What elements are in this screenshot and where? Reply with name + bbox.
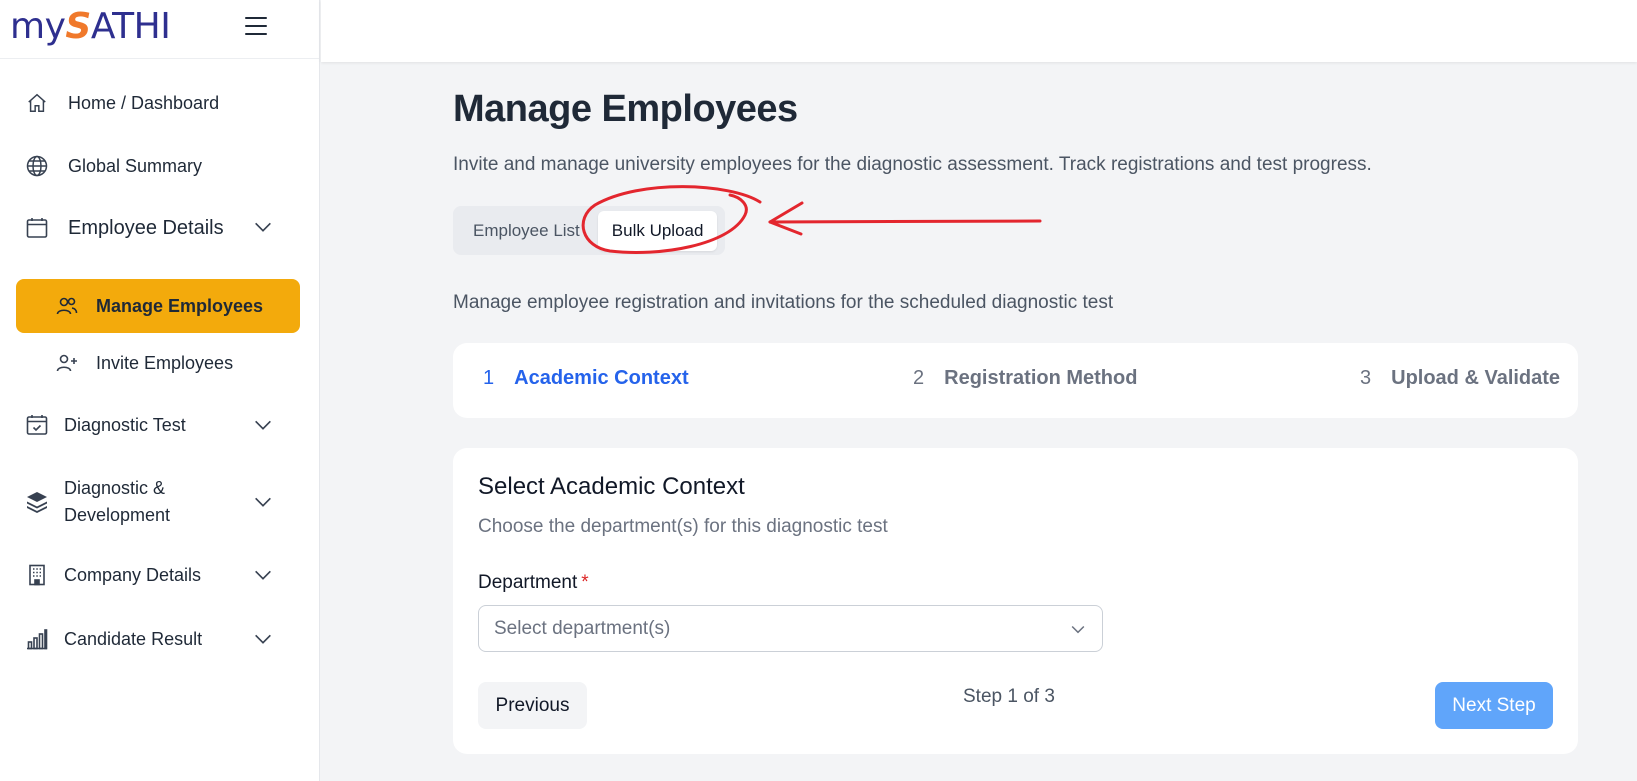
department-select-placeholder: Select department(s) [494, 617, 671, 639]
chevron-down-icon[interactable] [252, 628, 274, 650]
tab-employee-list[interactable]: Employee List [459, 211, 594, 251]
sidebar-item-employee-details[interactable]: Employee Details [24, 215, 294, 241]
card-subtitle: Choose the department(s) for this diagno… [478, 516, 888, 537]
bar-chart-icon [24, 626, 50, 652]
sidebar-item-label: Employee Details [68, 216, 224, 239]
chevron-down-icon[interactable] [252, 414, 274, 436]
sidebar-item-invite-employees[interactable]: Invite Employees [54, 350, 233, 376]
sidebar-item-diagnostic-development[interactable]: Diagnostic & Development [24, 475, 294, 529]
sidebar-item-home[interactable]: Home / Dashboard [24, 90, 294, 116]
step-upload-validate[interactable]: 3 Upload & Validate [1360, 367, 1560, 390]
users-icon [54, 293, 80, 319]
building-icon [24, 562, 50, 588]
card-title: Select Academic Context [478, 473, 745, 500]
sidebar-item-manage-employees[interactable]: Manage Employees [16, 279, 300, 333]
sidebar-item-label: Manage Employees [96, 295, 264, 316]
step-academic-context[interactable]: 1 Academic Context [483, 367, 689, 390]
top-bar [321, 0, 1637, 62]
chevron-down-icon[interactable] [252, 564, 274, 586]
tab-bulk-upload[interactable]: Bulk Upload [597, 210, 718, 251]
chevron-down-icon[interactable] [252, 491, 274, 513]
sidebar-item-global-summary[interactable]: Global Summary [24, 153, 294, 179]
calendar-check-icon [24, 412, 50, 438]
required-asterisk: * [581, 572, 589, 593]
page-title: Manage Employees [453, 88, 798, 130]
department-select[interactable]: Select department(s) [478, 605, 1103, 652]
stepper: 1 Academic Context 2 Registration Method 3… [453, 343, 1578, 418]
calendar-icon [24, 215, 50, 241]
sidebar-item-label: Global Summary [68, 155, 203, 176]
step-registration-method[interactable]: 2 Registration Method [913, 367, 1137, 390]
globe-icon [24, 153, 50, 179]
chevron-down-icon [1071, 625, 1085, 634]
academic-context-card: Select Academic Context Choose the depar… [453, 448, 1578, 754]
next-step-button[interactable]: Next Step [1435, 682, 1553, 729]
section-description: Manage employee registration and invitat… [453, 292, 1114, 313]
tab-bar: Employee List Bulk Upload [453, 206, 725, 255]
step-indicator: Step 1 of 3 [963, 686, 1055, 707]
sidebar: mySATHI Home / Dashboard Global Summary … [0, 0, 320, 781]
user-plus-icon [54, 350, 80, 376]
app-logo[interactable]: mySATHI [10, 6, 171, 47]
sidebar-item-label: Diagnostic & Development [64, 478, 171, 525]
sidebar-item-label: Invite Employees [96, 352, 234, 373]
sidebar-item-diagnostic-test[interactable]: Diagnostic Test [24, 412, 294, 438]
previous-button[interactable]: Previous [478, 682, 587, 729]
brand-header: mySATHI [0, 0, 319, 59]
page-subtitle: Invite and manage university employees f… [453, 154, 1372, 175]
sidebar-item-label: Home / Dashboard [68, 92, 220, 113]
sidebar-item-label: Diagnostic Test [64, 414, 186, 435]
menu-toggle-icon[interactable] [245, 17, 267, 35]
sidebar-item-candidate-result[interactable]: Candidate Result [24, 626, 294, 652]
layers-icon [24, 489, 50, 515]
sidebar-item-label: Candidate Result [64, 628, 203, 649]
department-label: Department * [478, 572, 589, 593]
chevron-down-icon[interactable] [252, 216, 274, 238]
sidebar-item-company-details[interactable]: Company Details [24, 562, 294, 588]
sidebar-item-label: Company Details [64, 564, 202, 585]
home-icon [24, 90, 50, 116]
